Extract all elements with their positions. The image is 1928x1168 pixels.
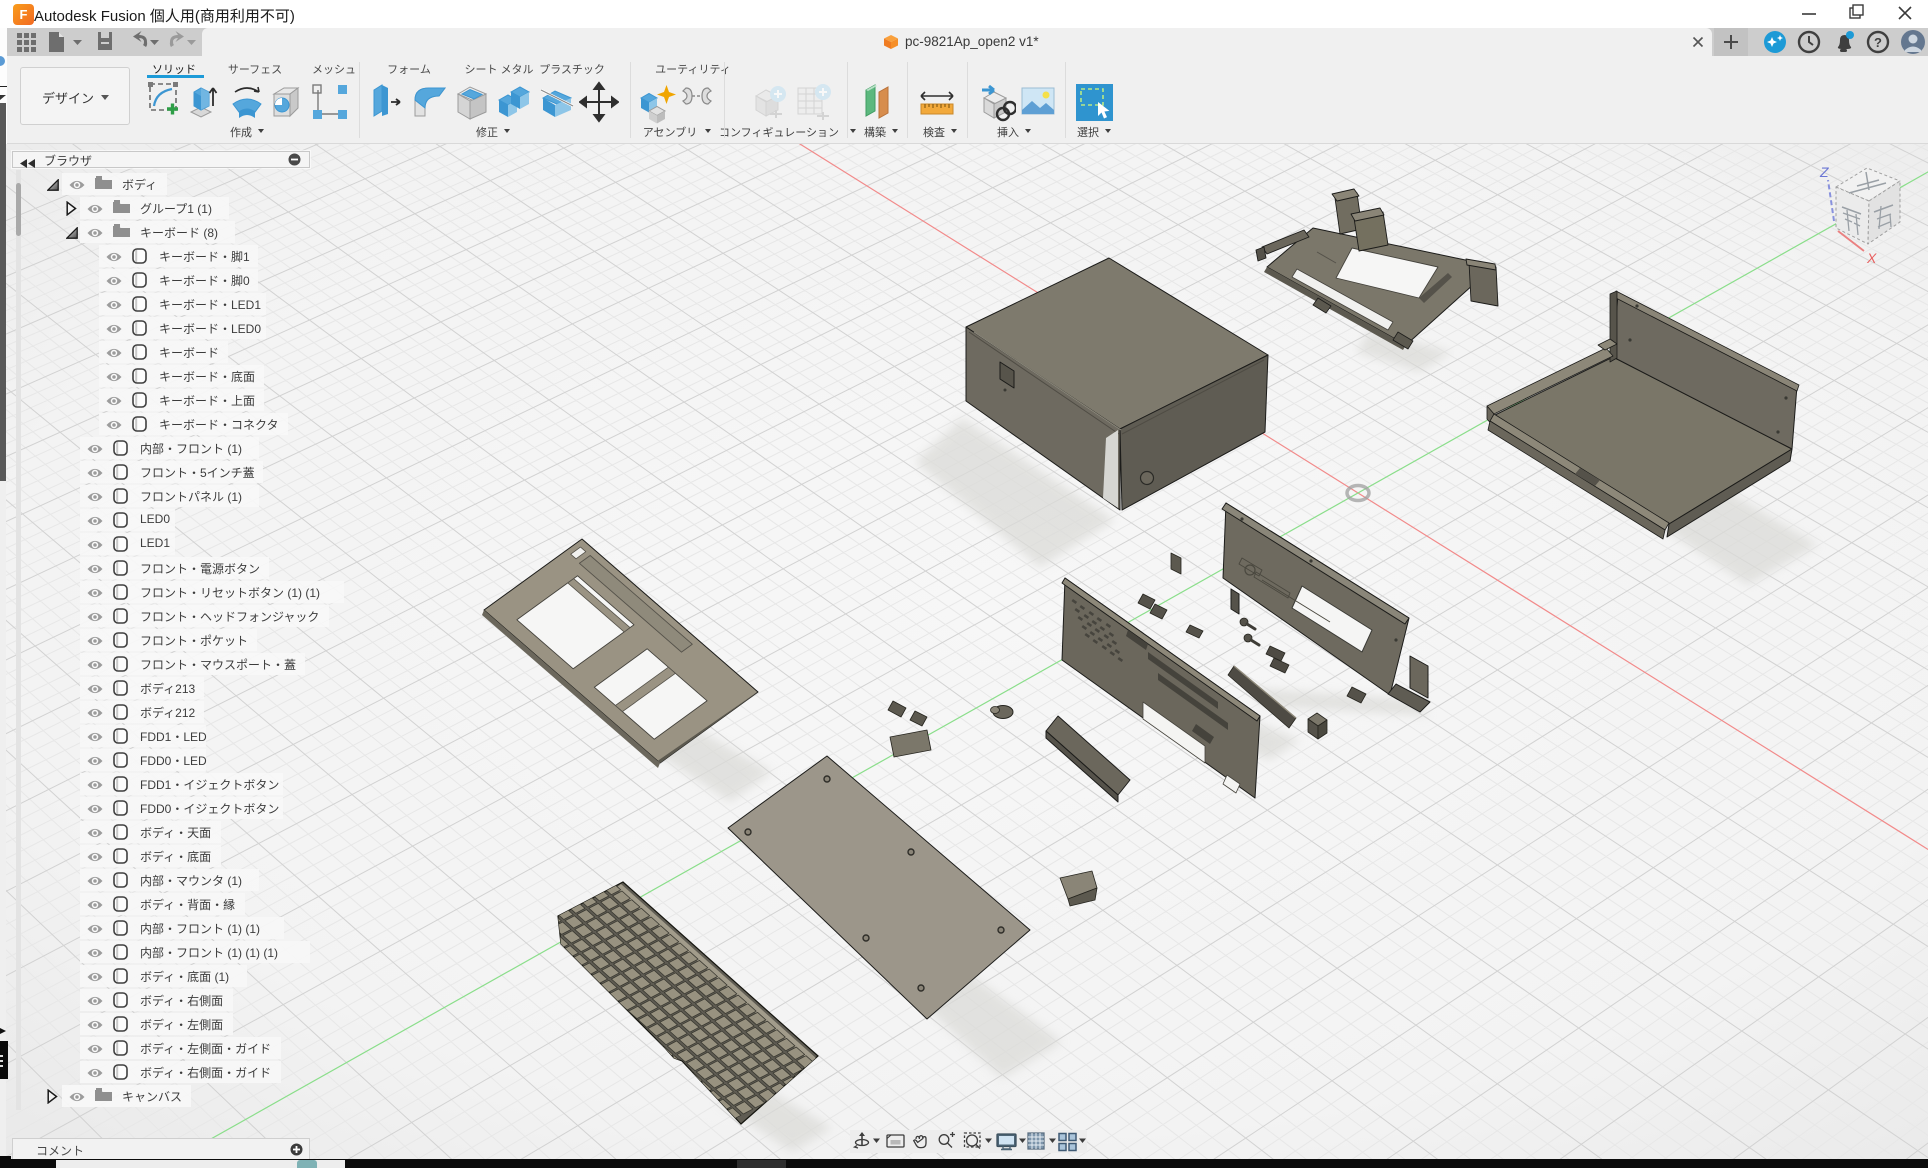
svg-text:X: X — [1866, 250, 1877, 266]
svg-text:?: ? — [1874, 35, 1882, 50]
svg-text:Z: Z — [1819, 164, 1829, 180]
